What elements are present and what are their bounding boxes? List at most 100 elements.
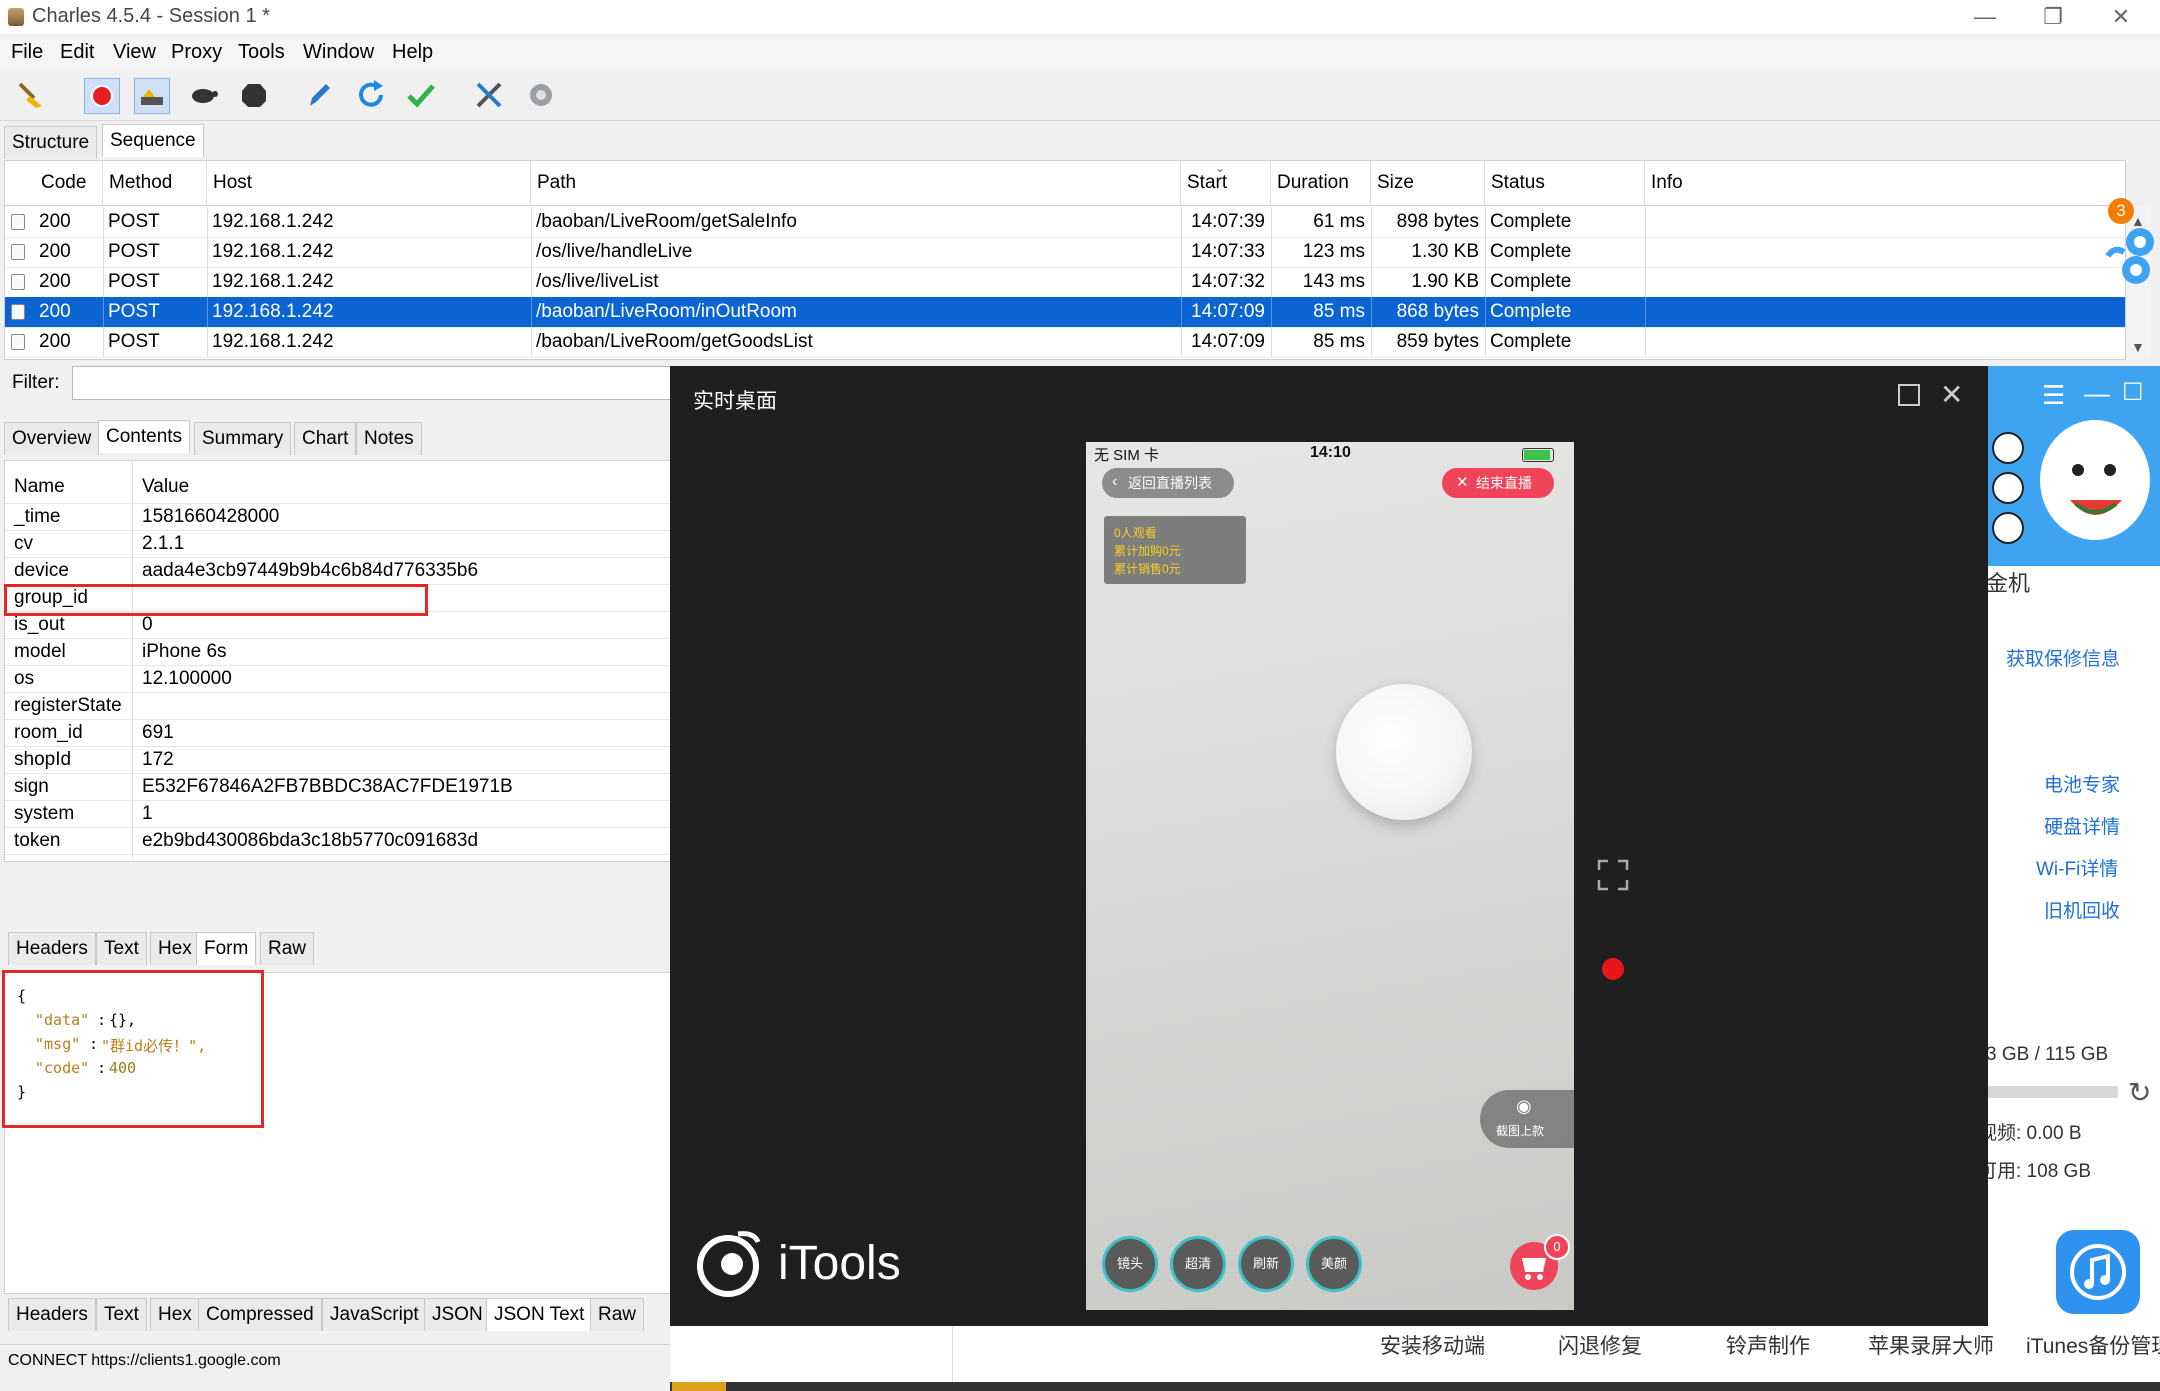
- table-row[interactable]: 200 POST 192.168.1.242 /baoban/LiveRoom/…: [5, 327, 2125, 358]
- screenshot-button[interactable]: ◉ 截图上款: [1480, 1090, 1574, 1148]
- record-icon[interactable]: [84, 78, 120, 114]
- back-chevron-icon: ‹: [1112, 473, 1118, 490]
- form-row[interactable]: device aada4e3cb97449b9b4c6b84d776335b6: [5, 557, 673, 585]
- lens-button[interactable]: 镜头: [1102, 1236, 1158, 1292]
- link-warranty-info[interactable]: 获取保修信息: [2006, 644, 2120, 671]
- table-row[interactable]: 200 POST 192.168.1.242 /os/live/liveList…: [5, 267, 2125, 298]
- menu-view[interactable]: View: [113, 41, 156, 64]
- col-status[interactable]: Status: [1485, 161, 1645, 205]
- form-row[interactable]: token e2b9bd430086bda3c18b5770c091683d: [5, 827, 673, 855]
- throttle-icon[interactable]: [134, 78, 170, 114]
- record-dot-icon[interactable]: [1602, 958, 1624, 980]
- floating-assistant-icon[interactable]: [2104, 226, 2160, 296]
- menu-edit[interactable]: Edit: [60, 41, 94, 64]
- form-row[interactable]: room_id 691: [5, 719, 673, 747]
- itunes-backup-button[interactable]: iTunes备份管理: [2026, 1330, 2160, 1360]
- link-trade-in[interactable]: 旧机回收: [2044, 896, 2120, 923]
- resp-tab-compressed[interactable]: Compressed: [198, 1298, 322, 1331]
- form-row[interactable]: system 1: [5, 800, 673, 828]
- req-tab-text[interactable]: Text: [96, 932, 147, 965]
- resp-tab-hex[interactable]: Hex: [150, 1298, 200, 1331]
- menu-help[interactable]: Help: [392, 41, 433, 64]
- menu-window[interactable]: Window: [303, 41, 374, 64]
- form-row[interactable]: shopId 172: [5, 746, 673, 774]
- req-tab-headers[interactable]: Headers: [8, 932, 96, 965]
- req-tab-form[interactable]: Form: [196, 932, 257, 965]
- hd-button[interactable]: 超清: [1170, 1236, 1226, 1292]
- shirt-icon[interactable]: [1992, 512, 2024, 544]
- screenshot-label: 截图上款: [1496, 1124, 1545, 1138]
- col-method[interactable]: Method: [103, 161, 207, 205]
- scroll-down-icon[interactable]: ▼: [2131, 339, 2145, 355]
- form-row[interactable]: registerState: [5, 692, 673, 720]
- menu-file[interactable]: File: [11, 41, 43, 64]
- table-row[interactable]: 200 POST 192.168.1.242 /os/live/handleLi…: [5, 237, 2125, 268]
- col-info[interactable]: Info: [1645, 161, 2125, 205]
- resp-tab-javascript[interactable]: JavaScript: [322, 1298, 427, 1331]
- settings-icon[interactable]: [1992, 472, 2024, 504]
- plus-icon[interactable]: [1992, 432, 2024, 464]
- form-row[interactable]: model iPhone 6s: [5, 638, 673, 666]
- tab-contents[interactable]: Contents: [98, 420, 191, 453]
- col-code[interactable]: Code: [35, 161, 103, 205]
- back-to-list-button[interactable]: 返回直播列表: [1102, 468, 1234, 498]
- restore-icon[interactable]: ❐: [2024, 0, 2082, 34]
- form-row[interactable]: _time 1581660428000: [5, 503, 673, 531]
- turtle-icon[interactable]: [186, 78, 220, 112]
- minimize-icon[interactable]: —: [1956, 0, 2014, 34]
- fullscreen-icon[interactable]: [1596, 858, 1630, 892]
- stop-icon[interactable]: [237, 78, 271, 112]
- table-row[interactable]: 200 POST 192.168.1.242 /baoban/LiveRoom/…: [5, 207, 2125, 238]
- req-tab-raw[interactable]: Raw: [260, 932, 315, 965]
- col-path[interactable]: Path: [531, 161, 1181, 205]
- col-host[interactable]: Host: [207, 161, 531, 205]
- col-duration[interactable]: Duration: [1271, 161, 1371, 205]
- device-title-partial: 金机: [1986, 571, 2031, 596]
- link-wifi-details[interactable]: Wi-Fi详情: [2036, 854, 2118, 881]
- form-row[interactable]: cv 2.1.1: [5, 530, 673, 558]
- resp-tab-headers[interactable]: Headers: [8, 1298, 96, 1331]
- form-row[interactable]: sign E532F67846A2FB7BBDC38AC7FDE1971B: [5, 773, 673, 801]
- req-tab-hex[interactable]: Hex: [150, 932, 200, 965]
- screen-recorder-button[interactable]: 苹果录屏大师: [1868, 1330, 1994, 1360]
- menu-icon[interactable]: ☰: [2042, 380, 2065, 411]
- col-size[interactable]: Size: [1371, 161, 1485, 205]
- tab-overview[interactable]: Overview: [4, 422, 100, 455]
- tab-notes[interactable]: Notes: [356, 422, 422, 455]
- beauty-button[interactable]: 美颜: [1306, 1236, 1362, 1292]
- resp-tab-text[interactable]: Text: [96, 1298, 147, 1331]
- tab-summary[interactable]: Summary: [194, 422, 292, 455]
- maximize-icon[interactable]: [1898, 384, 1920, 406]
- tab-structure[interactable]: Structure: [4, 126, 98, 159]
- resp-tab-json-text[interactable]: JSON Text: [486, 1298, 593, 1331]
- refresh-button[interactable]: 刷新: [1238, 1236, 1294, 1292]
- close-icon[interactable]: ✕: [1940, 378, 1963, 411]
- itunes-backup-icon[interactable]: [2056, 1230, 2140, 1314]
- pen-icon[interactable]: [302, 78, 336, 112]
- table-row-selected[interactable]: 200 POST 192.168.1.242 /baoban/LiveRoom/…: [5, 297, 2125, 328]
- refresh-icon[interactable]: [354, 78, 388, 112]
- resp-tab-json[interactable]: JSON: [424, 1298, 491, 1331]
- crash-repair-button[interactable]: 闪退修复: [1558, 1330, 1642, 1360]
- minimize-icon[interactable]: —: [2084, 378, 2110, 409]
- link-battery-expert[interactable]: 电池专家: [2044, 770, 2120, 797]
- link-disk-details[interactable]: 硬盘详情: [2044, 812, 2120, 839]
- menu-tools[interactable]: Tools: [238, 41, 285, 64]
- menu-proxy[interactable]: Proxy: [171, 41, 222, 64]
- tab-sequence[interactable]: Sequence: [102, 124, 204, 157]
- maximize-icon[interactable]: ☐: [2122, 378, 2144, 407]
- tab-chart[interactable]: Chart: [294, 422, 357, 455]
- resp-tab-raw[interactable]: Raw: [590, 1298, 645, 1331]
- gear-icon[interactable]: [524, 78, 558, 112]
- filter-input[interactable]: [72, 366, 672, 400]
- broom-icon[interactable]: [14, 78, 48, 112]
- install-mobile-button[interactable]: 安装移动端: [1380, 1330, 1485, 1360]
- tools-icon[interactable]: [472, 78, 506, 112]
- col-start[interactable]: Start: [1181, 161, 1271, 205]
- phone-screen[interactable]: 无 SIM 卡 14:10 返回直播列表 ‹ 结束直播 ✕ 0人观看 累计加购0…: [1086, 442, 1574, 1310]
- close-icon[interactable]: ✕: [2092, 0, 2150, 34]
- form-row[interactable]: os 12.100000: [5, 665, 673, 693]
- refresh-icon[interactable]: ↻: [2128, 1076, 2151, 1109]
- ringtone-maker-button[interactable]: 铃声制作: [1726, 1330, 1810, 1360]
- check-icon[interactable]: [404, 78, 438, 112]
